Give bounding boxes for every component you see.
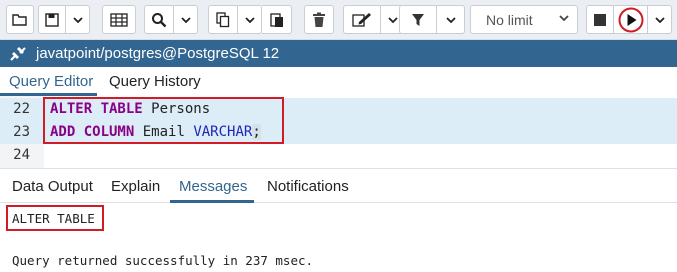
find-button[interactable]: [144, 5, 174, 34]
find-dropdown-button[interactable]: [174, 5, 198, 34]
chevron-down-icon: [244, 16, 255, 23]
copy-icon: [216, 11, 230, 27]
filter-icon: [412, 13, 424, 26]
chevron-down-icon: [72, 16, 83, 23]
status-message: Query returned successfully in 237 msec.: [12, 253, 314, 268]
open-file-button[interactable]: [6, 5, 34, 34]
results-tabs: Data Output Explain Messages Notificatio…: [0, 170, 677, 203]
active-tab-indicator: [170, 200, 254, 203]
save-icon: [45, 12, 59, 27]
tab-query-history[interactable]: Query History: [109, 73, 201, 90]
chevron-down-icon: [445, 16, 456, 23]
tab-query-editor[interactable]: Query Editor: [9, 73, 93, 90]
chevron-down-icon: [654, 16, 665, 23]
sql-editor[interactable]: 22 ALTER TABLE Persons 23 ADD COLUMN Ema…: [0, 96, 677, 169]
execute-dropdown-button[interactable]: [648, 5, 672, 34]
edit-grid-button[interactable]: [102, 5, 136, 34]
query-toolbar: No limit: [0, 0, 677, 40]
filter-button[interactable]: [399, 5, 437, 34]
paste-button[interactable]: [262, 5, 292, 34]
delete-button[interactable]: [304, 5, 334, 34]
tab-explain[interactable]: Explain: [111, 178, 160, 195]
chevron-down-icon: [387, 16, 398, 23]
tab-messages[interactable]: Messages: [179, 178, 247, 195]
chevron-down-icon: [559, 15, 569, 21]
copy-button[interactable]: [208, 5, 238, 34]
code-line: 24: [0, 144, 677, 167]
connection-bar[interactable]: javatpoint/postgres@PostgreSQL 12: [0, 40, 677, 67]
execute-button[interactable]: [614, 5, 648, 34]
highlight-box: [6, 205, 104, 231]
search-icon: [152, 12, 167, 27]
tab-data-output[interactable]: Data Output: [12, 178, 93, 195]
row-limit-value: No limit: [486, 11, 533, 28]
editor-tabs: Query Editor Query History: [0, 68, 677, 96]
paste-icon: [269, 12, 283, 27]
line-number: 23: [13, 124, 30, 140]
grid-edit-icon: [110, 12, 128, 27]
chevron-down-icon: [180, 16, 191, 23]
connection-label: javatpoint/postgres@PostgreSQL 12: [36, 45, 280, 62]
execute-play-icon: [618, 7, 643, 32]
stop-icon: [594, 13, 606, 26]
open-file-icon: [12, 13, 27, 26]
copy-dropdown-button[interactable]: [238, 5, 262, 34]
plug-icon: [0, 45, 36, 63]
save-dropdown-button[interactable]: [66, 5, 90, 34]
save-button[interactable]: [38, 5, 66, 34]
edit-button[interactable]: [343, 5, 381, 34]
delete-icon: [313, 12, 325, 27]
cancel-query-button[interactable]: [586, 5, 614, 34]
line-number: 24: [13, 147, 30, 163]
filter-dropdown-button[interactable]: [437, 5, 465, 34]
row-limit-select[interactable]: No limit: [470, 5, 578, 34]
line-number: 22: [13, 101, 30, 117]
tab-notifications[interactable]: Notifications: [267, 178, 349, 195]
highlight-box: [43, 97, 284, 144]
edit-icon: [352, 12, 371, 27]
